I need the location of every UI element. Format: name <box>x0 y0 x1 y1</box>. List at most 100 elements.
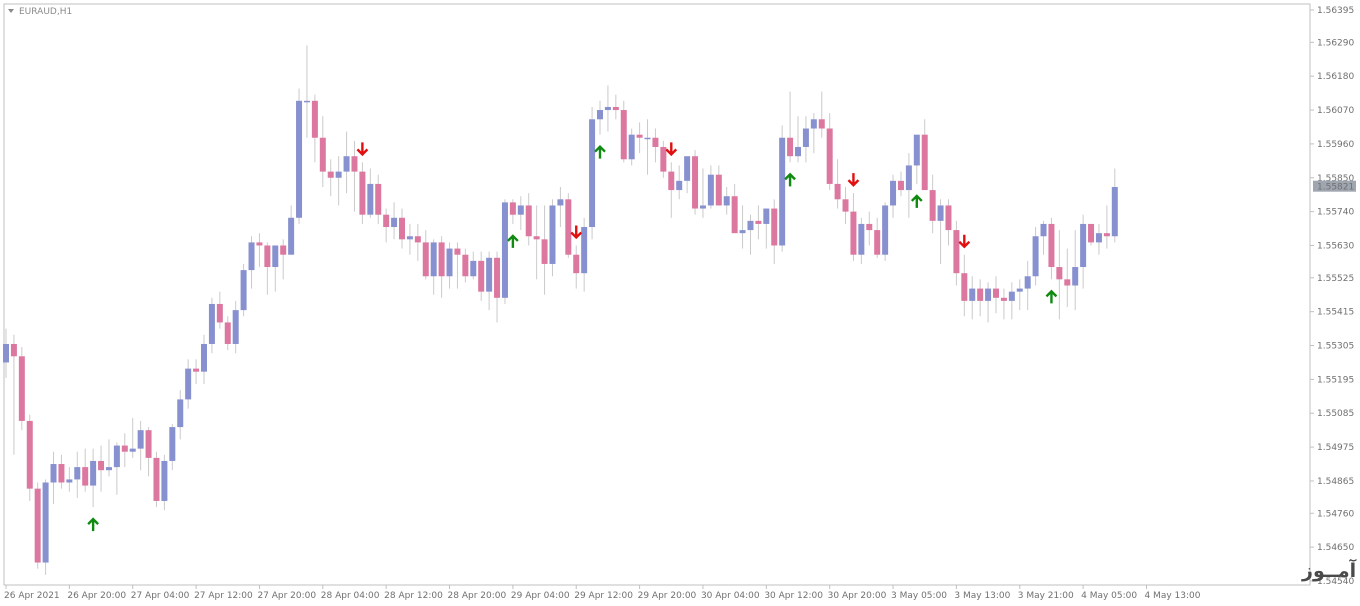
bullish-candle <box>723 196 730 206</box>
bullish-candle <box>913 134 920 166</box>
bullish-candle <box>985 288 992 301</box>
bearish-candle <box>26 420 33 489</box>
bullish-candle <box>161 460 168 501</box>
x-tick-label: 28 Apr 12:00 <box>384 591 443 601</box>
bullish-candle <box>1111 186 1118 237</box>
bullish-candle <box>1016 288 1023 292</box>
bearish-candle <box>359 171 366 215</box>
bearish-candle <box>462 254 469 277</box>
bullish-candle <box>470 260 477 277</box>
x-tick-label: 29 Apr 04:00 <box>511 591 570 601</box>
bearish-candle <box>256 242 263 246</box>
bullish-candle <box>3 343 9 363</box>
bearish-candle <box>509 202 516 215</box>
bearish-candle <box>153 457 160 501</box>
bullish-candle <box>890 180 897 206</box>
y-tick-label: 1.56290 <box>1317 38 1354 48</box>
bearish-candle <box>533 236 540 240</box>
x-tick-label: 4 May 05:00 <box>1081 591 1137 601</box>
bullish-candle <box>105 467 112 471</box>
bearish-candle <box>454 248 461 255</box>
bearish-candle <box>216 303 223 323</box>
bearish-candle <box>1064 279 1071 286</box>
bearish-candle <box>1103 233 1110 237</box>
bullish-candle <box>367 183 374 215</box>
bearish-candle <box>573 254 580 274</box>
bullish-candle <box>739 230 746 234</box>
current-price-tag: 1.55821 <box>1313 180 1356 193</box>
bearish-candle <box>565 199 572 255</box>
bearish-candle <box>58 464 65 483</box>
bearish-candle <box>327 171 334 178</box>
bearish-candle <box>755 220 762 224</box>
bearish-candle <box>787 137 794 157</box>
bearish-candle <box>82 467 89 486</box>
bullish-candle <box>430 242 437 277</box>
bearish-candle <box>494 257 501 298</box>
bearish-candle <box>1000 297 1007 301</box>
bearish-candle <box>1088 223 1095 243</box>
bearish-candle <box>715 174 722 206</box>
bullish-candle <box>486 257 493 292</box>
bullish-candle <box>557 199 564 206</box>
bullish-candle <box>795 146 801 157</box>
x-tick-label: 4 May 13:00 <box>1144 591 1200 601</box>
bullish-candle <box>1040 223 1047 237</box>
bearish-candle <box>620 110 627 160</box>
bullish-candle <box>177 399 184 428</box>
x-tick-label: 30 Apr 12:00 <box>764 591 823 601</box>
bearish-candle <box>771 208 778 246</box>
x-tick-label: 29 Apr 12:00 <box>574 591 633 601</box>
bearish-candle <box>422 242 429 277</box>
y-tick-label: 1.56395 <box>1317 6 1354 16</box>
bullish-candle <box>699 205 706 209</box>
x-tick-label: 26 Apr 20:00 <box>67 591 126 601</box>
y-tick-label: 1.55415 <box>1317 308 1354 318</box>
bearish-candle <box>874 230 881 255</box>
x-tick-label: 30 Apr 20:00 <box>828 591 887 601</box>
bearish-candle <box>351 156 358 172</box>
bullish-candle <box>969 288 976 301</box>
bullish-candle <box>232 310 239 344</box>
bearish-candle <box>193 368 200 372</box>
bullish-candle <box>1008 291 1015 301</box>
bullish-candle <box>303 100 310 103</box>
bearish-candle <box>541 239 548 264</box>
bullish-candle <box>779 137 786 246</box>
bullish-candle <box>406 236 413 240</box>
bullish-candle <box>288 217 295 255</box>
bearish-candle <box>961 273 968 301</box>
bullish-candle <box>628 134 635 160</box>
bullish-candle <box>240 270 247 311</box>
bearish-candle <box>897 180 904 191</box>
bearish-candle <box>478 260 485 292</box>
bearish-candle <box>652 137 659 147</box>
bearish-candle <box>98 460 105 471</box>
chart-background <box>0 0 1360 606</box>
bullish-candle <box>1080 223 1087 268</box>
bearish-candle <box>636 134 643 138</box>
bullish-candle <box>549 205 556 264</box>
x-tick-label: 26 Apr 2021 <box>4 591 60 601</box>
x-tick-label: 27 Apr 20:00 <box>257 591 316 601</box>
bearish-candle <box>224 322 231 344</box>
x-tick-label: 30 Apr 04:00 <box>701 591 760 601</box>
bearish-candle <box>692 156 699 209</box>
watermark-text: انتشار در وبسایت ســود آمــوز <box>1301 558 1360 582</box>
y-tick-label: 1.55960 <box>1317 140 1354 150</box>
y-tick-label: 1.56180 <box>1317 72 1354 82</box>
bullish-candle <box>597 110 603 120</box>
x-tick-label: 27 Apr 04:00 <box>131 591 190 601</box>
bullish-candle <box>169 427 176 461</box>
bearish-candle <box>414 236 421 243</box>
bullish-candle <box>201 343 207 372</box>
bullish-candle <box>905 165 912 191</box>
bearish-candle <box>399 217 405 240</box>
x-tick-label: 3 May 13:00 <box>954 591 1010 601</box>
bullish-candle <box>74 467 81 480</box>
bearish-candle <box>264 245 271 268</box>
x-tick-label: 28 Apr 04:00 <box>321 591 380 601</box>
bearish-candle <box>383 214 390 228</box>
y-tick-label: 1.54975 <box>1317 443 1354 453</box>
bearish-candle <box>866 223 873 231</box>
